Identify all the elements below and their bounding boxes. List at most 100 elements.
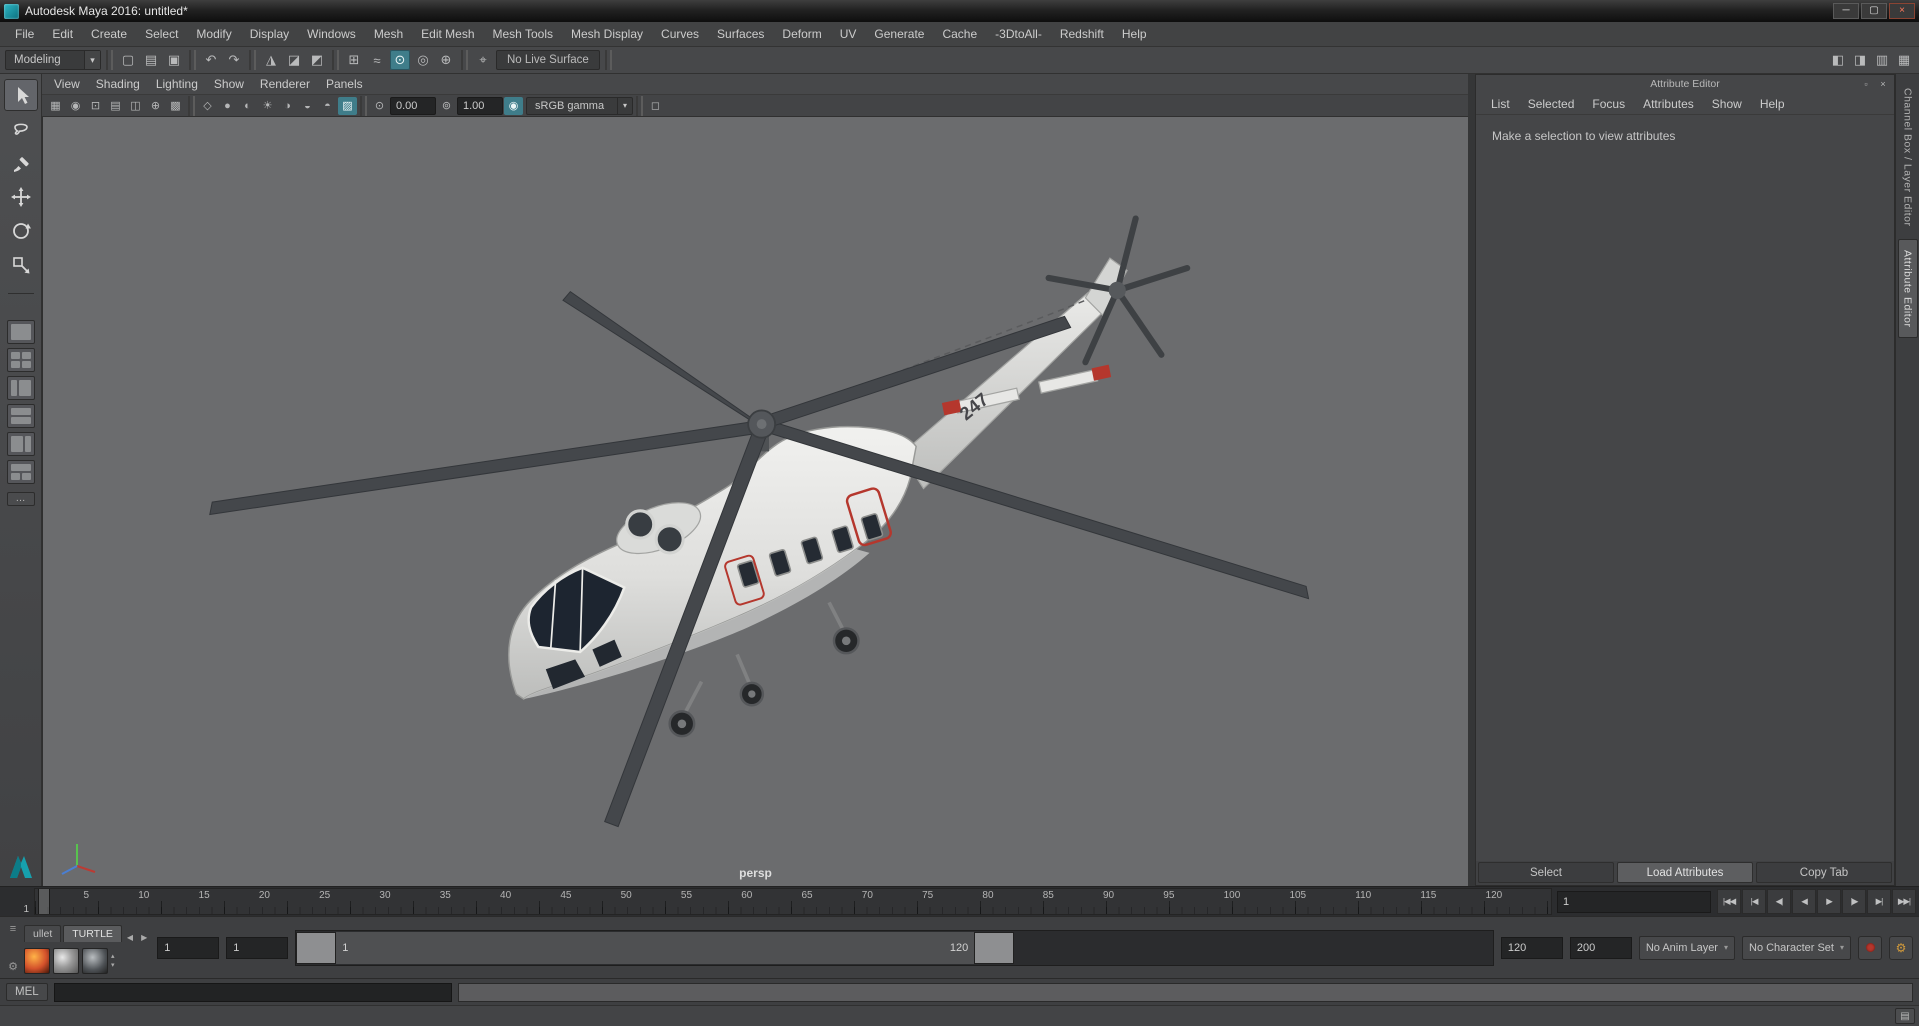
snap-to-view-planes-icon[interactable]: ⊕ — [436, 50, 456, 70]
layout-hypershade-persp-button[interactable] — [6, 432, 35, 456]
panel-menu-renderer[interactable]: Renderer — [252, 75, 318, 93]
menu-item-mesh[interactable]: Mesh — [365, 24, 412, 44]
gear-icon[interactable]: ⚙ — [8, 960, 18, 973]
wireframe-icon[interactable]: ◇ — [198, 97, 217, 115]
toolbar-group-divider[interactable] — [604, 50, 612, 70]
go-to-end-button[interactable]: ▶▶| — [1892, 889, 1916, 914]
menu-item-edit-mesh[interactable]: Edit Mesh — [412, 24, 483, 44]
load-attributes-button[interactable]: Load Attributes — [1617, 862, 1753, 883]
ae-menu-attributes[interactable]: Attributes — [1634, 95, 1703, 113]
playback-end-field[interactable] — [1500, 936, 1563, 959]
viewport-3d[interactable]: 247 persp — [42, 117, 1468, 886]
modeling-toolkit-icon[interactable]: ◧ — [1828, 50, 1848, 70]
close-panel-icon[interactable]: × — [1876, 76, 1890, 91]
attribute-editor-toggle-icon[interactable]: ◨ — [1850, 50, 1870, 70]
animation-start-field[interactable] — [157, 936, 220, 959]
layout-persp-uv-button[interactable] — [6, 460, 35, 484]
shadows-icon[interactable]: ◑ — [278, 97, 297, 115]
select-hierarchy-icon[interactable]: ◮ — [261, 50, 281, 70]
toolbar-group-divider[interactable] — [360, 95, 367, 116]
menu-item-create[interactable]: Create — [82, 24, 136, 44]
camera-attributes-icon[interactable]: ⊡ — [86, 97, 105, 115]
timeline-ruler[interactable]: 5 10 15 20 25 30 35 40 45 50 55 60 65 70 75 80 85 90 95 100… — [34, 888, 1552, 915]
menu-item-modify[interactable]: Modify — [187, 24, 240, 44]
view-transform-selector[interactable]: sRGB gamma ▾ — [526, 96, 633, 115]
open-scene-icon[interactable]: ▤ — [141, 50, 161, 70]
toolbar-group-divider[interactable] — [189, 50, 196, 70]
shelf-tab-turtle[interactable]: TURTLE — [63, 924, 122, 942]
range-start-handle[interactable] — [296, 931, 337, 964]
anim-layer-selector[interactable]: No Anim Layer ▾ — [1638, 935, 1735, 960]
stepper-up-icon[interactable]: ▴ — [111, 953, 115, 960]
command-line-input[interactable] — [53, 982, 452, 1002]
make-live-icon[interactable]: ⌖ — [473, 50, 493, 70]
menu-item-generate[interactable]: Generate — [865, 24, 933, 44]
lock-camera-icon[interactable]: ◉ — [66, 97, 85, 115]
minimize-button[interactable]: ─ — [1833, 3, 1859, 19]
panel-menu-lighting[interactable]: Lighting — [148, 75, 206, 93]
layout-persp-outliner-button[interactable] — [6, 376, 35, 400]
menu-item-3dtoall[interactable]: -3DtoAll- — [986, 24, 1051, 44]
menu-item-deform[interactable]: Deform — [773, 24, 830, 44]
image-plane-icon[interactable]: ◫ — [126, 97, 145, 115]
exposure-field[interactable] — [390, 96, 436, 115]
rotate-tool-icon[interactable] — [4, 215, 38, 247]
current-frame-field[interactable] — [1557, 890, 1711, 913]
layout-four-view-button[interactable] — [6, 348, 35, 372]
command-language-toggle[interactable]: MEL — [6, 983, 48, 1001]
toolbar-group-divider[interactable] — [249, 50, 256, 70]
helicopter-model[interactable]: 247 — [43, 117, 1468, 886]
use-all-lights-icon[interactable]: ☀ — [258, 97, 277, 115]
channel-box-toggle-icon[interactable]: ▦ — [1894, 50, 1914, 70]
move-tool-icon[interactable] — [4, 181, 38, 213]
panel-menu-panels[interactable]: Panels — [318, 75, 371, 93]
scale-tool-icon[interactable] — [4, 249, 38, 281]
menu-item-mesh-display[interactable]: Mesh Display — [562, 24, 652, 44]
menu-item-display[interactable]: Display — [241, 24, 298, 44]
range-end-handle[interactable] — [974, 931, 1015, 964]
shader-sphere-thumbnail[interactable] — [82, 947, 108, 974]
menu-item-edit[interactable]: Edit — [43, 24, 82, 44]
go-to-start-button[interactable]: |◀◀ — [1717, 889, 1741, 914]
2d-pan-zoom-icon[interactable]: ⊕ — [146, 97, 165, 115]
play-forwards-button[interactable]: ▶ — [1817, 889, 1841, 914]
lasso-tool-icon[interactable] — [4, 113, 38, 145]
attribute-editor-titlebar[interactable]: Attribute Editor ▫ × — [1476, 75, 1894, 93]
snap-to-projected-center-icon[interactable]: ◎ — [413, 50, 433, 70]
command-line-output[interactable] — [457, 982, 1913, 1002]
layout-more-button[interactable]: … — [6, 492, 35, 506]
shelf-prev-icon[interactable]: ◀ — [124, 933, 136, 942]
menu-item-help[interactable]: Help — [1113, 24, 1156, 44]
smooth-shade-icon[interactable]: ● — [218, 97, 237, 115]
screen-space-ao-icon[interactable]: ◒ — [298, 97, 317, 115]
playback-start-field[interactable] — [226, 936, 289, 959]
grip-icon[interactable]: ≡ — [10, 923, 16, 935]
ae-menu-list[interactable]: List — [1482, 95, 1519, 113]
oversampling-icon[interactable]: ▩ — [166, 97, 185, 115]
paint-selection-tool-icon[interactable] — [4, 147, 38, 179]
layout-single-pane-button[interactable] — [6, 320, 35, 344]
redo-icon[interactable]: ↷ — [224, 50, 244, 70]
animation-end-field[interactable] — [1569, 936, 1632, 959]
bookmarks-icon[interactable]: ▤ — [106, 97, 125, 115]
menu-item-cache[interactable]: Cache — [933, 24, 986, 44]
new-scene-icon[interactable]: ▢ — [118, 50, 138, 70]
menu-item-mesh-tools[interactable]: Mesh Tools — [484, 24, 562, 44]
render-thumbnail[interactable] — [24, 947, 50, 974]
menu-item-curves[interactable]: Curves — [652, 24, 708, 44]
exposure-toggle-icon[interactable]: ⊙ — [370, 97, 389, 115]
ae-menu-help[interactable]: Help — [1751, 95, 1794, 113]
range-slider-selected-range[interactable]: 1 120 — [296, 931, 1015, 964]
auto-keyframe-icon[interactable] — [1858, 935, 1882, 960]
snap-to-points-icon[interactable]: ⊙ — [390, 50, 410, 70]
select-object-icon[interactable]: ◪ — [284, 50, 304, 70]
animation-preferences-icon[interactable]: ⚙ — [1889, 935, 1913, 960]
menu-item-uv[interactable]: UV — [831, 24, 866, 44]
gamma-toggle-icon[interactable]: ⊚ — [437, 97, 456, 115]
undo-icon[interactable]: ↶ — [201, 50, 221, 70]
panel-menu-shading[interactable]: Shading — [88, 75, 148, 93]
snap-to-grids-icon[interactable]: ⊞ — [344, 50, 364, 70]
maximize-button[interactable]: ▢ — [1861, 3, 1887, 19]
ae-menu-selected[interactable]: Selected — [1519, 95, 1584, 113]
panel-menu-show[interactable]: Show — [206, 75, 252, 93]
